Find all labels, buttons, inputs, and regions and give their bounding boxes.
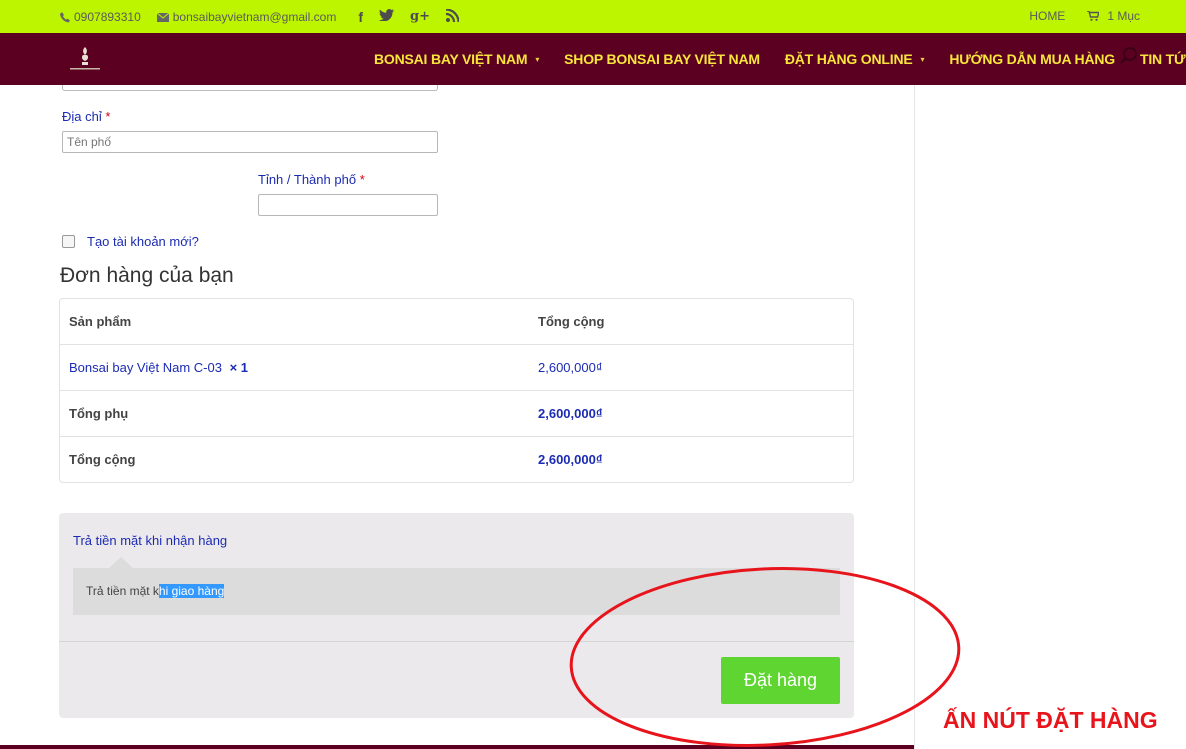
create-account-checkbox[interactable] — [62, 235, 75, 248]
payment-divider — [59, 641, 854, 642]
top-right-links: HOME 1 Mục — [1029, 9, 1140, 23]
footer-edge — [0, 745, 914, 749]
twitter-icon[interactable] — [379, 9, 395, 21]
city-input[interactable] — [258, 194, 438, 216]
sidebar-divider — [914, 85, 915, 749]
payment-box: Trả tiền mặt khi nhận hàng Trả tiền mặt … — [59, 513, 854, 718]
selected-text: hi giao hàng — [158, 584, 225, 598]
nav-item-tin-tuc[interactable]: TIN TỨC▾ — [1140, 51, 1186, 67]
product-price: 2,600,000₫ — [538, 360, 603, 375]
google-plus-icon[interactable]: g+ — [410, 9, 430, 25]
payment-method-cod[interactable]: Trả tiền mặt khi nhận hàng — [73, 533, 227, 548]
cart-link[interactable]: 1 Mục — [1087, 9, 1140, 23]
payment-description: Trả tiền mặt khi giao hàng — [73, 568, 840, 615]
create-account-label[interactable]: Tạo tài khoản mới? — [87, 234, 199, 249]
phone-number: 0907893310 — [74, 10, 141, 24]
total-label: Tổng cộng — [69, 452, 136, 467]
rss-icon[interactable] — [446, 9, 459, 22]
email-address: bonsaibayvietnam@gmail.com — [172, 10, 337, 24]
envelope-icon — [156, 12, 169, 22]
order-table: Sản phẩm Tổng cộng Bonsai bay Việt Nam C… — [59, 298, 854, 483]
header-total: Tổng cộng — [538, 314, 605, 329]
subtotal-row: Tổng phụ 2,600,000₫ — [60, 391, 853, 437]
total-value: 2,600,000₫ — [538, 452, 603, 467]
annotation-text: ẤN NÚT ĐẶT HÀNG — [943, 707, 1158, 733]
email-contact[interactable]: bonsaibayvietnam@gmail.com — [156, 10, 337, 24]
table-header-row: Sản phẩm Tổng cộng — [60, 299, 853, 345]
product-quantity: × 1 — [229, 360, 249, 375]
cart-icon — [1087, 11, 1100, 21]
street-address-input[interactable] — [62, 131, 438, 153]
total-row: Tổng cộng 2,600,000₫ — [60, 437, 853, 482]
previous-field-bottom[interactable] — [62, 85, 438, 91]
subtotal-value: 2,600,000₫ — [538, 406, 603, 421]
nav-item-shop[interactable]: SHOP BONSAI BAY VIỆT NAM — [564, 51, 760, 67]
place-order-button[interactable]: Đặt hàng — [721, 657, 840, 704]
nav-item-dat-hang-online[interactable]: ĐẶT HÀNG ONLINE ▾ — [785, 51, 925, 67]
top-bar: 0907893310 bonsaibayvietnam@gmail.com f … — [0, 0, 1186, 33]
site-logo[interactable] — [68, 43, 102, 73]
search-icon[interactable] — [1120, 47, 1138, 65]
table-row: Bonsai bay Việt Nam C-03 × 1 2,600,000₫ — [60, 345, 853, 391]
chevron-down-icon: ▾ — [535, 54, 540, 64]
address-label: Địa chỉ * — [62, 109, 111, 124]
phone-icon — [60, 11, 70, 22]
header-product: Sản phẩm — [69, 314, 132, 329]
subtotal-label: Tổng phụ — [69, 406, 129, 421]
home-link[interactable]: HOME — [1029, 9, 1065, 23]
contact-info: 0907893310 bonsaibayvietnam@gmail.com f … — [60, 9, 459, 25]
payment-desc-text: Trả tiền mặt k — [86, 584, 159, 598]
nav-item-huong-dan[interactable]: HƯỚNG DẪN MUA HÀNG — [949, 51, 1115, 67]
social-links: f g+ — [358, 9, 459, 25]
nav-menu: BONSAI BAY VIỆT NAM ▾ SHOP BONSAI BAY VIỆ… — [374, 33, 1186, 85]
facebook-icon[interactable]: f — [358, 9, 363, 25]
main-navigation: BONSAI BAY VIỆT NAM ▾ SHOP BONSAI BAY VIỆ… — [0, 33, 1186, 85]
nav-item-bonsai-bay-viet-nam[interactable]: BONSAI BAY VIỆT NAM ▾ — [374, 51, 539, 67]
cart-count: 1 Mục — [1107, 9, 1140, 23]
chevron-down-icon: ▾ — [920, 54, 925, 64]
phone-contact[interactable]: 0907893310 — [60, 10, 141, 24]
payment-desc-pointer — [109, 557, 133, 568]
product-name-link[interactable]: Bonsai bay Việt Nam C-03 — [69, 360, 222, 375]
order-section-title: Đơn hàng của bạn — [60, 264, 234, 287]
city-label: Tỉnh / Thành phố * — [258, 172, 365, 187]
